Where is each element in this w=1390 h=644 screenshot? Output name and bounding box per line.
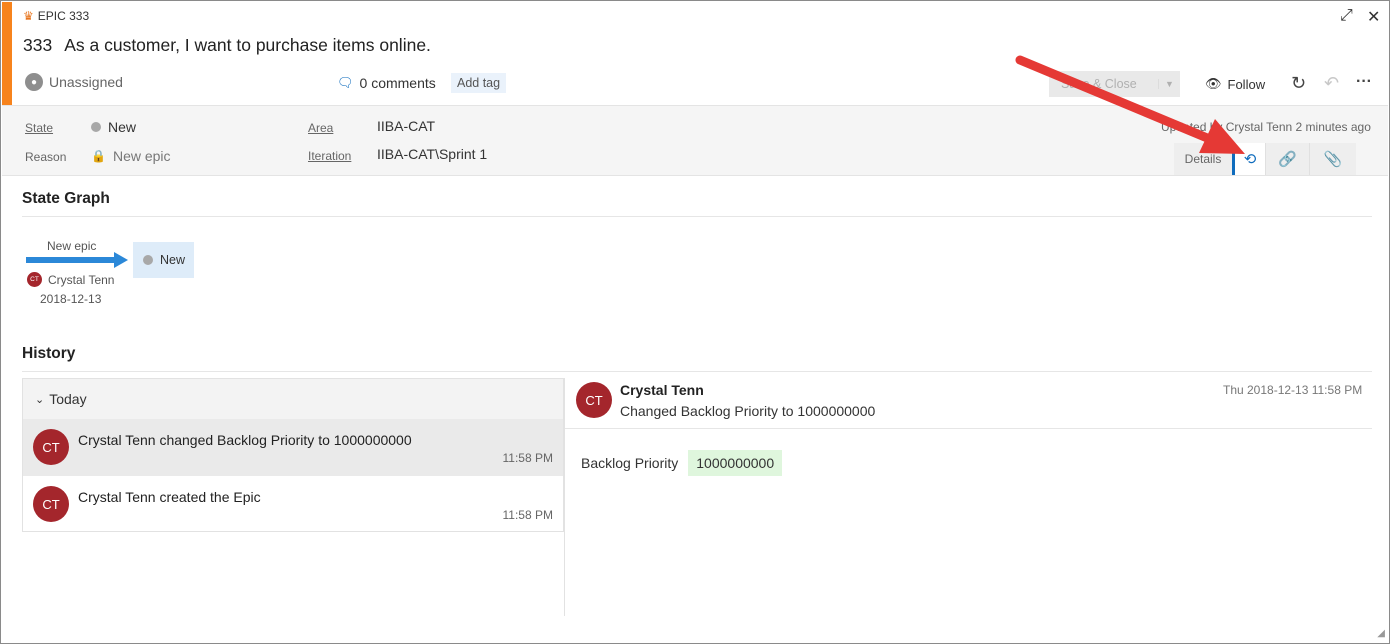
field-change-row: Backlog Priority 1000000000 <box>581 450 783 476</box>
user-icon: ● <box>25 73 43 91</box>
work-item-title-text: As a customer, I want to purchase items … <box>64 35 431 55</box>
history-divider <box>22 371 1372 372</box>
history-item-time: 11:58 PM <box>502 508 553 522</box>
state-label: State <box>25 121 54 135</box>
work-item-type-label: EPIC 333 <box>37 9 90 23</box>
chevron-down-icon[interactable]: ▼ <box>1158 79 1180 89</box>
state-node-label: New <box>160 253 186 267</box>
add-tag-button[interactable]: Add tag <box>451 73 507 93</box>
history-detail-timestamp: Thu 2018-12-13 11:58 PM <box>1223 383 1363 397</box>
reason-field: 🔒 New epic <box>91 148 171 164</box>
tab-history[interactable]: ⟲ <box>1232 143 1265 175</box>
transition-label: New epic <box>47 239 97 253</box>
work-item-id: 333 <box>23 35 53 55</box>
history-icon: ⟲ <box>1243 151 1257 168</box>
history-item[interactable]: CT Crystal Tenn created the Epic 11:58 P… <box>23 476 563 533</box>
field-change-name: Backlog Priority <box>581 455 679 471</box>
area-field[interactable]: IIBA-CAT <box>377 118 435 134</box>
refresh-icon[interactable]: ↻ <box>1291 73 1306 94</box>
avatar: CT <box>33 486 69 522</box>
history-group-today[interactable]: ⌄ Today <box>23 379 563 419</box>
more-icon[interactable]: ··· <box>1356 73 1372 91</box>
state-field[interactable]: New <box>91 119 136 135</box>
state-graph-divider <box>22 216 1372 217</box>
history-item-text: Crystal Tenn changed Backlog Priority to… <box>78 432 412 448</box>
reason-label: Reason <box>25 150 67 164</box>
epic-color-bar <box>2 2 12 105</box>
state-graph-title: State Graph <box>22 190 110 207</box>
save-close-label: Save & Close <box>1061 77 1137 91</box>
comments-count: 0 comments <box>359 75 436 91</box>
save-close-button[interactable]: Save & Close ▼ <box>1049 71 1180 97</box>
eye-icon: 👁 <box>1205 76 1222 91</box>
crown-icon: ♛ <box>23 9 34 23</box>
avatar: CT <box>576 382 612 418</box>
area-label: Area <box>308 121 334 135</box>
tab-attachments[interactable]: 📎 <box>1309 143 1356 175</box>
state-dot-icon <box>143 255 153 265</box>
lock-icon: 🔒 <box>91 149 106 163</box>
history-group-label: Today <box>49 391 87 407</box>
comment-icon: 🗨 <box>337 75 354 90</box>
state-value: New <box>108 119 137 135</box>
link-icon: 🔗 <box>1278 151 1297 168</box>
comments-link[interactable]: 🗨 0 comments <box>337 75 436 91</box>
transition-arrow <box>26 252 128 268</box>
work-item-title[interactable]: 333 As a customer, I want to purchase ite… <box>23 35 431 56</box>
expand-icon[interactable]: ⤢ <box>1340 7 1353 25</box>
updated-by-text[interactable]: Updated by Crystal Tenn 2 minutes ago <box>1161 120 1371 134</box>
transition-author-name: Crystal Tenn <box>48 272 115 287</box>
state-node-new: New <box>133 242 194 278</box>
history-detail-author: Crystal Tenn <box>620 382 704 398</box>
chevron-down-icon: ⌄ <box>35 393 45 406</box>
history-detail-description: Changed Backlog Priority to 1000000000 <box>620 403 876 419</box>
follow-label: Follow <box>1227 76 1266 92</box>
field-change-new-value: 1000000000 <box>688 450 783 476</box>
resize-grip-icon[interactable]: ◢ <box>1377 628 1385 639</box>
iteration-label: Iteration <box>308 149 352 163</box>
transition-author: CT Crystal Tenn <box>27 272 114 287</box>
follow-button[interactable]: 👁 Follow <box>1205 76 1265 92</box>
page-tabs: Details ⟲ 🔗 📎 <box>1174 143 1356 175</box>
close-icon[interactable]: ✕ <box>1367 7 1380 27</box>
assignee-label: Unassigned <box>49 74 123 90</box>
tab-links[interactable]: 🔗 <box>1265 143 1309 175</box>
assignee-picker[interactable]: ● Unassigned <box>25 73 123 91</box>
iteration-field[interactable]: IIBA-CAT\Sprint 1 <box>377 146 487 162</box>
paperclip-icon: 📎 <box>1323 151 1343 168</box>
reason-value: New epic <box>112 148 171 164</box>
history-splitter[interactable] <box>564 378 565 616</box>
history-list: ⌄ Today CT Crystal Tenn changed Backlog … <box>22 378 564 532</box>
tab-details[interactable]: Details <box>1174 143 1232 175</box>
history-item-time: 11:58 PM <box>502 451 553 465</box>
undo-icon[interactable]: ↶ <box>1324 73 1339 94</box>
state-dot-icon <box>91 122 101 132</box>
work-item-type: ♛ EPIC 333 <box>23 9 89 23</box>
avatar: CT <box>33 429 69 465</box>
work-item-dialog: ♛ EPIC 333 ⤢ ✕ 333 As a customer, I want … <box>0 0 1390 644</box>
avatar: CT <box>27 272 42 287</box>
history-detail-divider <box>565 428 1372 429</box>
history-item-text: Crystal Tenn created the Epic <box>78 489 261 505</box>
history-title: History <box>22 345 76 362</box>
transition-date: 2018-12-13 <box>40 292 102 306</box>
history-item[interactable]: CT Crystal Tenn changed Backlog Priority… <box>23 419 563 476</box>
